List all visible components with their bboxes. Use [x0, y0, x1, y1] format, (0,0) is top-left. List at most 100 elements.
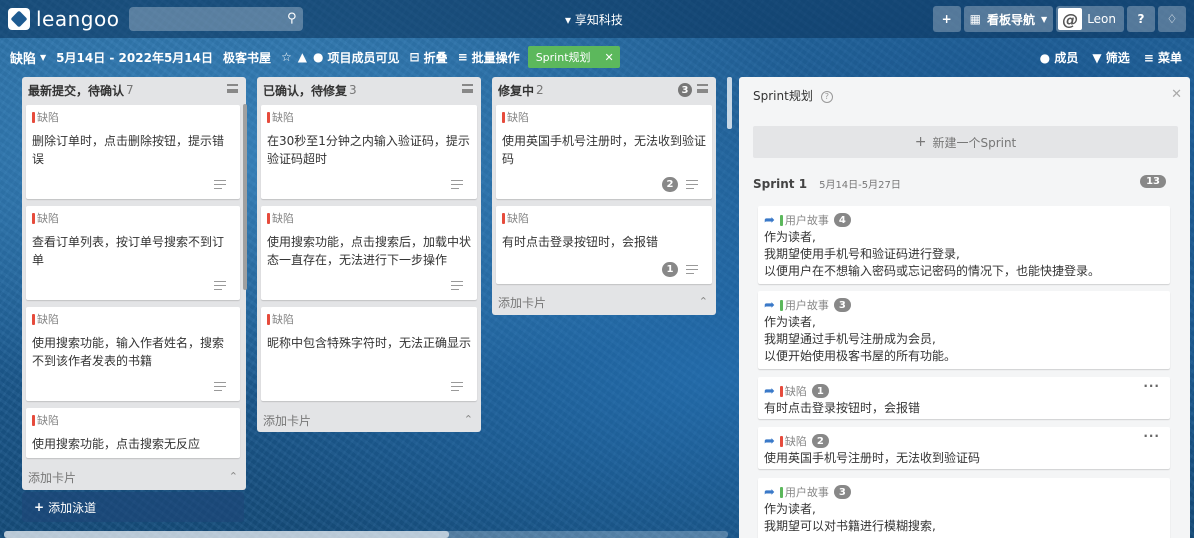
list-scrollbar[interactable] [243, 104, 247, 290]
add-button[interactable]: + [932, 6, 961, 32]
sprint-header[interactable]: Sprint 1 5月14日-5月27日 13 [753, 175, 1178, 191]
top-right-actions: + ▦ 看板导航 ▼ @ Leon ? ♢ [932, 6, 1186, 32]
share-icon: ➦ [764, 297, 775, 313]
sprint-card[interactable]: ➦ 用户故事 3 作为读者, 我期望通过手机号注册成为会员, 以便开始使用极客书屋的… [758, 291, 1170, 369]
chevron-down-icon: ▼ [40, 52, 47, 62]
add-card-button[interactable]: 添加卡片 [263, 412, 311, 429]
tag-defect: 缺陷 [779, 433, 807, 449]
horizontal-scrollbar[interactable] [4, 531, 728, 538]
tag-defect: 缺陷 [32, 412, 234, 428]
list-icon: ≡ [457, 50, 468, 64]
search-icon[interactable]: ⚲ [287, 11, 297, 26]
list-title: 已确认，待修复 [263, 83, 348, 98]
tag-defect: 缺陷 [32, 311, 234, 327]
user-menu[interactable]: @ Leon [1056, 6, 1124, 32]
org-switcher[interactable]: ▾ 享知科技 [565, 11, 623, 28]
share-icon: ➦ [764, 383, 775, 399]
board-name[interactable]: 缺陷 ▼ [10, 48, 46, 67]
lines-icon [686, 265, 698, 274]
card[interactable]: 缺陷 使用英国手机号注册时，无法收到验证码 2 [496, 105, 712, 199]
card-title: 使用搜索功能，输入作者姓名，搜索不到该作者发表的书籍 [32, 336, 225, 368]
members-button[interactable]: ● 成员 [1040, 49, 1079, 66]
collapse-icon[interactable]: ⌃ [699, 295, 708, 308]
sprint-card[interactable]: ➦ 用户故事 4 作为读者, 我期望使用手机号和验证码进行登录, 以便用户在不想输入… [758, 206, 1170, 284]
list-header[interactable]: 最新提交，待确认 7 [22, 77, 246, 103]
board-nav-label: 看板导航 [987, 12, 1036, 27]
batch-button[interactable]: ≡ 批量操作 [458, 49, 520, 66]
board-dates[interactable]: 5月14日 - 2022年5月14日 [56, 49, 213, 66]
card-body: 作为读者, 我期望使用手机号和验证码进行登录, 以便用户在不想输入密码或忘记密码… [764, 230, 1101, 278]
card[interactable]: 缺陷 删除订单时，点击删除按钮，提示错误 [26, 105, 240, 199]
notification-button[interactable]: ♢ [1158, 6, 1186, 32]
sprint-name: Sprint 1 [753, 176, 808, 191]
tag-defect: 缺陷 [502, 109, 706, 125]
chart-button[interactable]: ▲ [298, 50, 307, 64]
more-icon[interactable]: ··· [1143, 429, 1160, 443]
filter-label: 筛选 [1105, 50, 1130, 65]
scroll-thumb[interactable] [4, 531, 449, 538]
logo-icon [8, 8, 30, 30]
filter-button[interactable]: ▼ 筛选 [1092, 49, 1129, 66]
sprint-dates: 5月14日-5月27日 [819, 180, 901, 191]
menu-button[interactable]: ≡ 菜单 [1144, 49, 1182, 66]
card[interactable]: 缺陷 使用搜索功能，输入作者姓名，搜索不到该作者发表的书籍 [26, 307, 240, 401]
add-lane-button[interactable]: + 添加泳道 [22, 492, 244, 522]
collapse-icon[interactable]: ⌃ [229, 470, 238, 483]
tag-defect: 缺陷 [267, 210, 471, 226]
search-box: ⚲ [129, 7, 304, 31]
help-icon[interactable]: ? [820, 91, 833, 103]
menu-icon[interactable] [227, 84, 238, 93]
card[interactable]: 缺陷 使用搜索功能，点击搜索无反应 [26, 408, 240, 458]
tag-defect: 缺陷 [32, 210, 234, 226]
lines-icon [214, 180, 226, 189]
more-icon[interactable]: ··· [1143, 379, 1160, 393]
list-count: 7 [126, 83, 134, 97]
card[interactable]: 缺陷 在30秒至1分钟之内输入验证码，提示验证码超时 [261, 105, 477, 199]
card-title: 在30秒至1分钟之内输入验证码，提示验证码超时 [267, 134, 470, 166]
chevron-down-icon: ▼ [1041, 14, 1048, 24]
visibility-label: 项目成员可见 [327, 50, 400, 65]
close-icon[interactable]: ✕ [1171, 87, 1182, 102]
search-input[interactable] [129, 7, 304, 31]
logo[interactable]: leangoo [8, 7, 119, 31]
card-title: 使用搜索功能，点击搜索无反应 [32, 437, 201, 451]
new-sprint-button[interactable]: + 新建一个Sprint [753, 126, 1178, 158]
tag-defect: 缺陷 [267, 311, 471, 327]
star-button[interactable]: ☆ [281, 50, 292, 64]
menu-icon[interactable] [697, 84, 708, 93]
help-button[interactable]: ? [1127, 6, 1155, 32]
chart-icon: ▲ [297, 50, 308, 64]
help-icon: ? [1137, 12, 1145, 26]
card-title: 使用英国手机号注册时，无法收到验证码 [502, 134, 707, 166]
fold-button[interactable]: ⊟ 折叠 [410, 49, 448, 66]
list-count: 3 [349, 83, 357, 97]
list-header[interactable]: 已确认，待修复 3 [257, 77, 481, 103]
add-card-button[interactable]: 添加卡片 [28, 469, 76, 486]
card-title: 昵称中包含特殊字符时，无法正确显示 [267, 336, 472, 350]
card[interactable]: 缺陷 昵称中包含特殊字符时，无法正确显示 [261, 307, 477, 401]
project-name[interactable]: 极客书屋 [223, 49, 271, 66]
card[interactable]: 缺陷 有时点击登录按钮时，会报错 1 [496, 206, 712, 284]
sprint-card[interactable]: ➦ 缺陷 2 ··· 使用英国手机号注册时，无法收到验证码 [758, 427, 1170, 469]
visibility-button[interactable]: ● 项目成员可见 [313, 49, 400, 66]
board-bar-right: ● 成员 ▼ 筛选 ≡ 菜单 [1040, 49, 1182, 66]
card[interactable]: 缺陷 查看订单列表，按订单号搜索不到订单 [26, 206, 240, 300]
add-card-button[interactable]: 添加卡片 [498, 294, 546, 311]
menu-icon[interactable] [462, 84, 473, 93]
sprint-card[interactable]: ➦ 用户故事 3 作为读者, 我期望可以对书籍进行模糊搜索, [758, 478, 1170, 538]
collapse-icon[interactable]: ⌃ [464, 413, 473, 426]
members-label: 成员 [1054, 50, 1079, 65]
fold-icon: ⊟ [409, 50, 420, 64]
card[interactable]: 缺陷 使用搜索功能，点击搜索后，加载中状态一直存在，无法进行下一步操作 [261, 206, 477, 300]
panel-divider[interactable] [727, 77, 732, 129]
list-count: 2 [536, 83, 544, 97]
share-icon: ➦ [764, 433, 775, 449]
board-nav-button[interactable]: ▦ 看板导航 ▼ [963, 6, 1054, 32]
add-lane-label: 添加泳道 [48, 500, 97, 515]
lines-icon [451, 180, 463, 189]
star-icon: ☆ [281, 50, 292, 64]
sprint-card[interactable]: ➦ 缺陷 1 ··· 有时点击登录按钮时，会报错 [758, 377, 1170, 419]
close-icon[interactable]: ✕ [605, 51, 614, 64]
sprint-planning-tag[interactable]: Sprint规划 ✕ [527, 46, 620, 68]
person-icon: ● [1039, 50, 1055, 65]
